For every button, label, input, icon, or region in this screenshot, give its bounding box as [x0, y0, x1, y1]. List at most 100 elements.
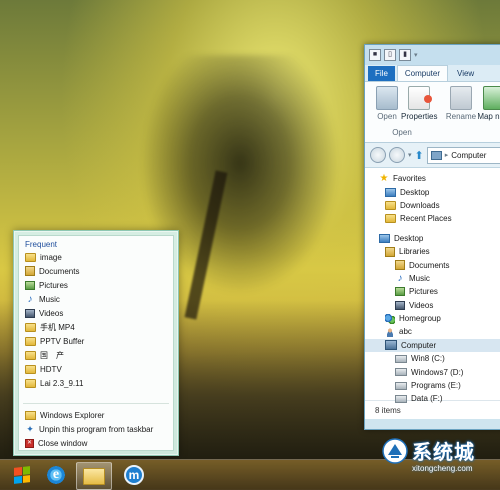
computer-icon	[385, 340, 397, 351]
taskbar-internet-explorer[interactable]: e	[40, 462, 72, 488]
explorer-jump-list[interactable]: Frequent image Documents Pictures ♪ Musi…	[13, 230, 179, 456]
watermark-url: xitongcheng.com	[412, 464, 473, 473]
tab-computer[interactable]: Computer	[396, 65, 449, 81]
jump-list-item[interactable]: 手机 MP4	[19, 320, 173, 334]
back-button[interactable]	[370, 147, 386, 163]
downloads-folder-icon	[385, 200, 396, 210]
nav-drive-e[interactable]: Programs (E:)	[365, 379, 500, 392]
folder-icon	[25, 378, 36, 388]
task-close-window[interactable]: ✕ Close window	[19, 436, 173, 450]
nav-label: Music	[409, 273, 430, 283]
jump-list-item[interactable]: HDTV	[19, 362, 173, 376]
jump-item-label: 手机 MP4	[40, 322, 75, 332]
internet-explorer-icon: e	[46, 465, 66, 485]
ribbon: Open Properties Rename Map n dri Open	[365, 81, 500, 143]
nav-desktop-favorite[interactable]: Desktop	[365, 185, 500, 198]
address-bar-area: ▾ ⬆ ▸ Computer	[365, 143, 500, 168]
nav-computer[interactable]: Computer	[365, 338, 500, 353]
rename-button[interactable]: Rename	[443, 86, 479, 121]
address-path[interactable]: Computer	[451, 151, 486, 160]
task-unpin[interactable]: ✦ Unpin this program from taskbar	[19, 422, 173, 436]
nav-videos[interactable]: Videos	[365, 299, 500, 312]
taskbar-maxthon-browser[interactable]: m	[118, 462, 150, 488]
nav-pictures[interactable]: Pictures	[365, 285, 500, 298]
nav-label: Data (F:)	[411, 394, 443, 404]
navigation-pane[interactable]: ★ Favorites Desktop Downloads Recent Pla…	[365, 168, 500, 403]
drive-icon	[395, 368, 407, 377]
nav-downloads[interactable]: Downloads	[365, 199, 500, 212]
user-icon	[385, 326, 395, 337]
music-note-icon: ♪	[397, 272, 403, 284]
pictures-icon	[395, 287, 405, 297]
start-button[interactable]	[6, 462, 38, 488]
tab-view[interactable]: View	[450, 66, 481, 81]
forward-button[interactable]	[389, 147, 405, 163]
videos-icon	[395, 300, 405, 310]
nav-label: Win8 (C:)	[411, 354, 445, 364]
nav-drive-f[interactable]: Data (F:)	[365, 392, 500, 405]
map-drive-label: Map n dri	[477, 112, 500, 121]
address-bar[interactable]: ▸ Computer	[426, 146, 500, 164]
nav-label: Videos	[409, 300, 434, 310]
maxthon-icon: m	[124, 465, 144, 485]
documents-icon	[395, 260, 405, 271]
map-network-drive-button[interactable]: Map n dri	[477, 86, 500, 121]
nav-homegroup[interactable]: Homegroup	[365, 312, 500, 325]
homegroup-icon	[385, 313, 395, 324]
explorer-title-bar[interactable]: ■ ▯ ▮ ▾	[365, 45, 500, 65]
properties-button[interactable]: Properties	[401, 86, 437, 121]
nav-music[interactable]: ♪ Music	[365, 272, 500, 285]
up-arrow-icon[interactable]: ⬆	[415, 149, 424, 162]
explorer-window[interactable]: ■ ▯ ▮ ▾ File Computer View Open Properti…	[364, 44, 500, 430]
nav-desktop[interactable]: Desktop	[365, 232, 500, 245]
breadcrumb-chevron-icon[interactable]: ▸	[445, 151, 449, 159]
nav-recent-places[interactable]: Recent Places	[365, 212, 500, 225]
properties-quick-icon[interactable]: ▯	[384, 49, 396, 61]
nav-libraries[interactable]: Libraries	[365, 245, 500, 258]
jump-list-item[interactable]: Videos	[19, 306, 173, 320]
nav-user[interactable]: abc	[365, 325, 500, 338]
nav-label: Computer	[401, 340, 437, 350]
drive-icon	[395, 394, 407, 403]
nav-label: Documents	[409, 260, 450, 270]
open-button[interactable]: Open	[369, 86, 405, 121]
open-icon	[376, 86, 398, 110]
properties-icon	[408, 86, 432, 110]
pictures-icon	[25, 280, 35, 290]
recent-places-icon	[385, 214, 396, 224]
quick-access-dropdown-icon[interactable]: ▾	[414, 51, 418, 59]
new-folder-quick-icon[interactable]: ▮	[399, 49, 411, 61]
site-watermark: 系统城 xitongcheng.com	[382, 436, 500, 486]
nav-favorites[interactable]: ★ Favorites	[365, 172, 500, 185]
unpin-icon: ✦	[26, 423, 34, 434]
ribbon-tabs: File Computer View	[365, 65, 500, 81]
window-menu-icon[interactable]: ■	[369, 49, 381, 61]
jump-list-item[interactable]: Lai 2.3_9.11	[19, 376, 173, 390]
task-label: Close window	[38, 438, 88, 448]
jump-list-header: Frequent	[25, 240, 58, 249]
drive-icon	[395, 381, 407, 390]
explorer-folder-icon	[83, 467, 105, 485]
jump-list-item[interactable]: Documents	[19, 264, 173, 278]
star-icon: ★	[379, 173, 389, 185]
nav-label: Programs (E:)	[411, 381, 461, 391]
jump-item-label: Pictures	[39, 280, 68, 290]
recent-locations-icon[interactable]: ▾	[408, 151, 412, 159]
jump-list-item[interactable]: ♪ Music	[19, 292, 173, 306]
nav-drive-c[interactable]: Win8 (C:)	[365, 352, 500, 365]
map-drive-icon	[483, 86, 500, 110]
nav-drive-d[interactable]: Windows7 (D:)	[365, 365, 500, 378]
jump-list-item[interactable]: PPTV Buffer	[19, 334, 173, 348]
jump-list-item[interactable]: 国 产	[19, 348, 173, 362]
desktop-icon	[385, 187, 396, 197]
jump-list-item[interactable]: Pictures	[19, 278, 173, 292]
tab-file[interactable]: File	[368, 66, 395, 81]
nav-label: abc	[399, 327, 412, 337]
nav-documents[interactable]: Documents	[365, 258, 500, 271]
close-icon: ✕	[25, 438, 34, 448]
jump-list-item[interactable]: image	[19, 250, 173, 264]
task-windows-explorer[interactable]: Windows Explorer	[19, 408, 173, 422]
folder-icon	[25, 364, 36, 374]
folder-icon	[25, 350, 36, 360]
taskbar-windows-explorer[interactable]	[76, 462, 112, 490]
